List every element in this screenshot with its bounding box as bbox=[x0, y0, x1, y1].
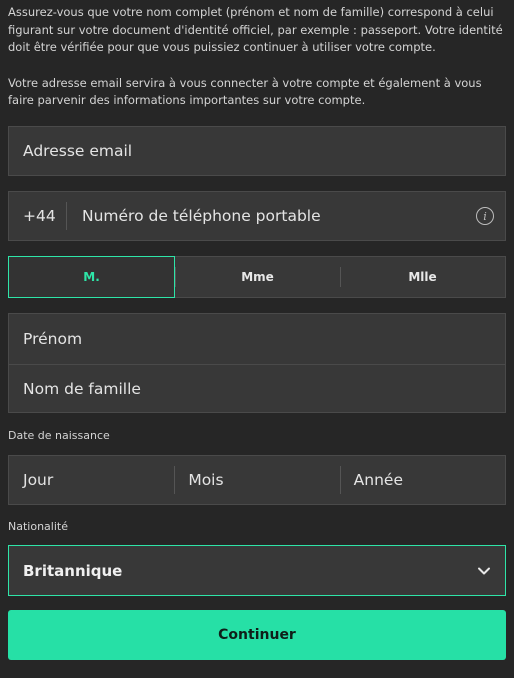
phone-country-prefix[interactable]: +44 bbox=[23, 192, 56, 240]
last-name-placeholder: Nom de famille bbox=[23, 380, 141, 398]
dob-year-field[interactable]: Année bbox=[339, 456, 505, 504]
intro-text: Assurez-vous que votre nom complet (prén… bbox=[8, 4, 506, 110]
chevron-down-icon bbox=[478, 567, 490, 575]
dob-year-placeholder: Année bbox=[353, 471, 403, 489]
dob-fields: Jour Mois Année bbox=[8, 455, 506, 505]
first-name-placeholder: Prénom bbox=[23, 330, 83, 348]
last-name-field[interactable]: Nom de famille bbox=[9, 364, 505, 414]
dob-label: Date de naissance bbox=[8, 429, 110, 442]
title-option-m[interactable]: M. bbox=[8, 256, 175, 298]
identity-notice: Assurez-vous que votre nom complet (prén… bbox=[8, 5, 503, 54]
dob-day-field[interactable]: Jour bbox=[9, 456, 174, 504]
nationality-value: Britannique bbox=[23, 561, 123, 580]
title-option-mme[interactable]: Mme bbox=[175, 257, 340, 297]
dob-month-field[interactable]: Mois bbox=[174, 456, 339, 504]
continue-button[interactable]: Continuer bbox=[8, 610, 506, 660]
title-selector: M. Mme Mlle bbox=[8, 256, 506, 298]
nationality-label: Nationalité bbox=[8, 520, 68, 533]
phone-placeholder: Numéro de téléphone portable bbox=[82, 207, 321, 225]
email-placeholder: Adresse email bbox=[23, 142, 133, 160]
info-icon[interactable]: i bbox=[476, 207, 494, 225]
email-notice: Votre adresse email servira à vous conne… bbox=[8, 75, 482, 108]
phone-field[interactable]: +44 Numéro de téléphone portable i bbox=[8, 191, 506, 241]
dob-month-placeholder: Mois bbox=[188, 471, 224, 489]
name-fields: Prénom Nom de famille bbox=[8, 313, 506, 413]
first-name-field[interactable]: Prénom bbox=[9, 314, 505, 365]
title-option-mlle[interactable]: Mlle bbox=[340, 257, 505, 297]
dob-day-placeholder: Jour bbox=[23, 471, 54, 489]
email-field[interactable]: Adresse email bbox=[8, 126, 506, 176]
phone-divider bbox=[66, 202, 67, 230]
nationality-select[interactable]: Britannique bbox=[8, 545, 506, 596]
